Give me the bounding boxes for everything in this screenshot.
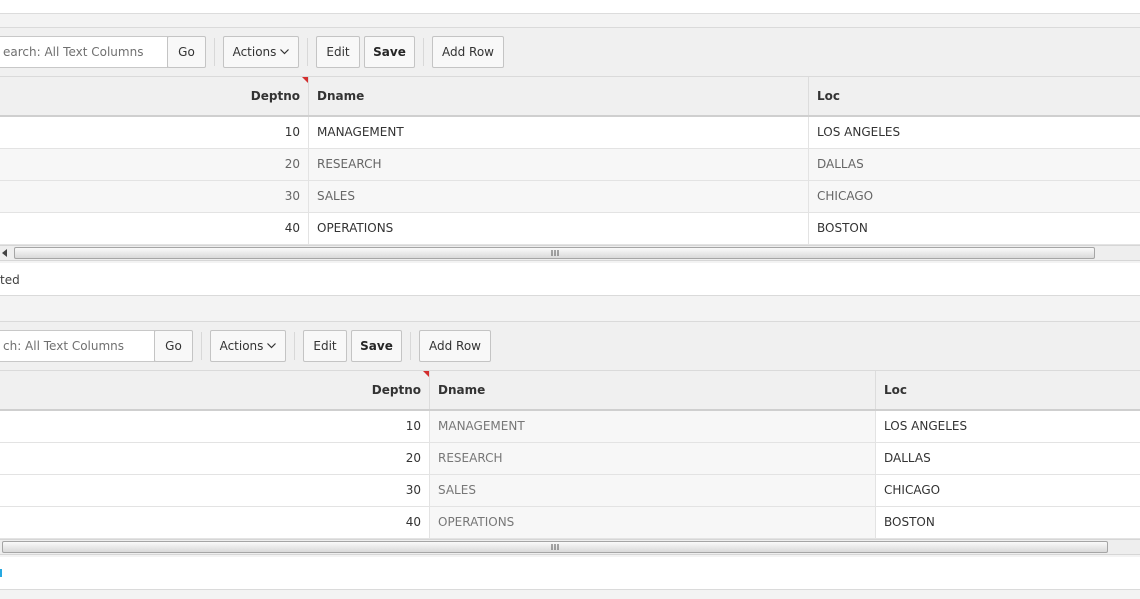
grid1-actions-button[interactable]: Actions [223,36,299,68]
grid2-add-row-button[interactable]: Add Row [419,330,491,362]
cell-dname[interactable]: RESEARCH [430,443,876,474]
grid2-save-button[interactable]: Save [351,330,402,362]
grid2-edit-button[interactable]: Edit [303,330,347,362]
grid1-add-row-button[interactable]: Add Row [432,36,504,68]
cell-dname[interactable]: SALES [430,475,876,506]
cell-dname[interactable]: MANAGEMENT [430,411,876,442]
cell-dname[interactable]: RESEARCH [309,149,809,180]
cell-dname[interactable]: SALES [309,181,809,212]
grid2-toolbar: Go Actions Edit Save Add Row [0,321,1140,371]
table-row[interactable]: 40 OPERATIONS BOSTON [0,213,1140,245]
toolbar-divider [410,332,411,360]
chevron-down-icon [280,49,290,55]
cell-loc[interactable]: DALLAS [876,443,1140,474]
actions-label: Actions [219,339,264,353]
header-label: Deptno [371,383,421,397]
grid2-actions-button[interactable]: Actions [210,330,286,362]
toolbar-divider [307,38,308,66]
grid1-horizontal-scrollbar[interactable] [0,245,1140,261]
column-header-deptno[interactable]: Deptno [0,371,430,409]
column-header-deptno[interactable]: Deptno [0,77,309,115]
grid1-table: Deptno Dname Loc 10 MANAGEMENT LOS ANGEL… [0,77,1140,245]
grid2-horizontal-scrollbar[interactable] [0,539,1140,555]
grip-icon [551,250,558,256]
grid2-search-input[interactable] [0,330,155,362]
grid1-footer: ted [0,263,1140,296]
grid2-go-button[interactable]: Go [154,330,193,362]
table-row[interactable]: 20 RESEARCH DALLAS [0,149,1140,181]
table-row[interactable]: 30 SALES CHICAGO [0,181,1140,213]
red-corner-icon [423,371,429,377]
column-header-dname[interactable]: Dname [309,77,809,115]
cell-dname[interactable]: OPERATIONS [309,213,809,244]
toolbar-divider [214,38,215,66]
header-label: Deptno [250,89,300,103]
cell-deptno[interactable]: 30 [0,181,309,212]
table-row[interactable]: 40 OPERATIONS BOSTON [0,507,1140,539]
cell-loc[interactable]: BOSTON [809,213,1140,244]
cell-dname[interactable]: OPERATIONS [430,507,876,538]
chevron-down-icon [267,343,277,349]
grid1-edit-button[interactable]: Edit [316,36,360,68]
table-row[interactable]: 10 MANAGEMENT LOS ANGELES [0,411,1140,443]
grid2-footer [0,557,1140,590]
toolbar-divider [423,38,424,66]
cell-deptno[interactable]: 40 [0,213,309,244]
grid1-status-text: ted [0,273,20,287]
grid1-search-input[interactable] [0,36,168,68]
cell-deptno[interactable]: 20 [0,149,309,180]
table-row[interactable]: 20 RESEARCH DALLAS [0,443,1140,475]
column-header-loc[interactable]: Loc [809,77,1140,115]
grid1-save-button[interactable]: Save [364,36,415,68]
grid2-header-row: Deptno Dname Loc [0,371,1140,411]
cell-deptno[interactable]: 10 [0,117,309,148]
cell-dname[interactable]: MANAGEMENT [309,117,809,148]
cell-loc[interactable]: BOSTON [876,507,1140,538]
grid2-table: Deptno Dname Loc 10 MANAGEMENT LOS ANGEL… [0,371,1140,539]
table-row[interactable]: 30 SALES CHICAGO [0,475,1140,507]
actions-label: Actions [232,45,277,59]
grip-icon [551,544,559,550]
cell-loc[interactable]: CHICAGO [876,475,1140,506]
focus-marker [0,569,2,577]
grid1-header-row: Deptno Dname Loc [0,77,1140,117]
cell-loc[interactable]: DALLAS [809,149,1140,180]
red-corner-icon [302,77,308,83]
grid2-scroll-thumb[interactable] [2,541,1108,553]
cell-deptno[interactable]: 40 [0,507,430,538]
cell-loc[interactable]: LOS ANGELES [876,411,1140,442]
cell-loc[interactable]: CHICAGO [809,181,1140,212]
table-row[interactable]: 10 MANAGEMENT LOS ANGELES [0,117,1140,149]
cell-deptno[interactable]: 30 [0,475,430,506]
cell-loc[interactable]: LOS ANGELES [809,117,1140,148]
grid1-go-button[interactable]: Go [167,36,206,68]
column-header-dname[interactable]: Dname [430,371,876,409]
top-strip [0,0,1140,14]
toolbar-divider [201,332,202,360]
cell-deptno[interactable]: 20 [0,443,430,474]
toolbar-divider [294,332,295,360]
column-header-loc[interactable]: Loc [876,371,1140,409]
arrow-left-icon[interactable] [2,249,7,257]
grid1-toolbar: Go Actions Edit Save Add Row [0,27,1140,77]
grid1-scroll-thumb[interactable] [14,247,1095,259]
cell-deptno[interactable]: 10 [0,411,430,442]
